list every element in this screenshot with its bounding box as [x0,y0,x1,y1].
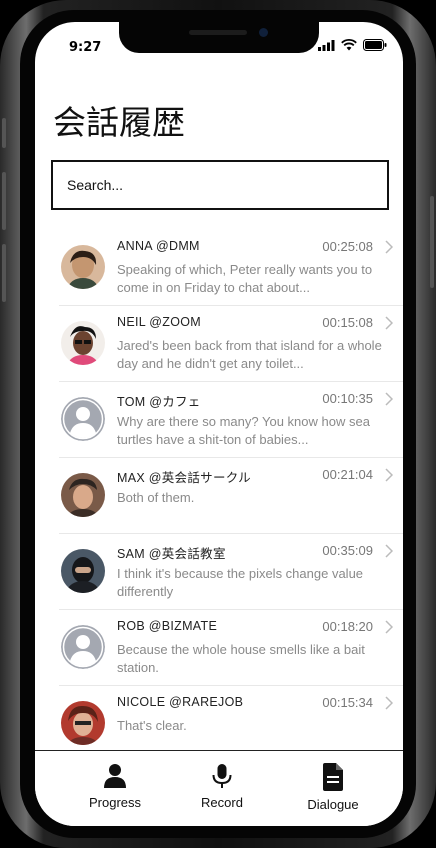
chat-time: 00:21:04 [322,467,373,482]
page-title: 会話履歴 [53,103,185,142]
chat-list-item[interactable]: SAM @英会話教室 00:35:09 I think it's because… [59,534,403,610]
camera-icon [259,28,268,37]
document-icon [323,763,343,791]
chat-preview: I think it's because the pixels change v… [117,566,364,599]
avatar [61,625,105,669]
side-button [2,244,6,302]
cellular-signal-icon [318,39,335,51]
chat-preview: That's clear. [117,718,187,733]
chat-preview: Jared's been back from that island for a… [117,338,382,371]
side-button [430,196,434,288]
chat-time: 00:25:08 [322,239,373,254]
tab-dialogue[interactable]: Dialogue [283,763,383,812]
chat-list-item[interactable]: ANNA @DMM 00:25:08 Speaking of which, Pe… [59,230,403,306]
chevron-right-icon [385,240,393,254]
phone-frame: 9:27 会話履歴 Search... ANNA @DMM 00:25:08 S… [0,0,436,848]
placeholder-person-icon [61,625,105,669]
chat-preview: Because the whole house smells like a ba… [117,642,365,675]
chat-list-item[interactable]: ROB @BIZMATE 00:18:20 Because the whole … [59,610,403,686]
chat-time: 00:35:09 [322,543,373,558]
avatar [61,321,105,365]
avatar [61,245,105,289]
search-input[interactable] [51,160,389,210]
status-icons [318,39,387,51]
screen: 9:27 会話履歴 Search... ANNA @DMM 00:25:08 S… [35,22,403,826]
speaker [189,30,247,35]
chat-preview: Speaking of which, Peter really wants yo… [117,262,373,295]
tab-label: Dialogue [307,797,359,812]
tab-progress[interactable]: Progress [65,763,165,810]
chat-name: ANNA @DMM [117,239,200,253]
microphone-icon [212,764,232,788]
avatar [61,549,105,593]
chevron-right-icon [385,696,393,710]
chat-time: 00:18:20 [322,619,373,634]
chat-time: 00:15:08 [322,315,373,330]
chevron-right-icon [385,392,393,406]
avatar [61,397,105,441]
chat-list-item[interactable]: TOM @カフェ 00:10:35 Why are there so many?… [59,382,403,458]
tab-label: Progress [88,795,142,810]
chat-time: 00:15:34 [322,695,373,710]
chevron-right-icon [385,316,393,330]
chat-list: ANNA @DMM 00:25:08 Speaking of which, Pe… [59,230,403,761]
tab-label: Record [201,795,243,810]
chat-name: MAX @英会話サークル [117,471,251,485]
notch [119,22,319,53]
battery-icon [363,39,387,51]
chat-list-item[interactable]: MAX @英会話サークル 00:21:04 Both of them. [59,458,403,534]
avatar [61,473,105,517]
chat-name: TOM @カフェ [117,395,201,409]
placeholder-person-icon [61,397,105,441]
chat-list-item[interactable]: NEIL @ZOOM 00:15:08 Jared's been back fr… [59,306,403,382]
status-time: 9:27 [69,40,102,55]
person-icon [104,764,126,788]
chevron-right-icon [385,620,393,634]
chat-name: ROB @BIZMATE [117,619,218,633]
chat-time: 00:10:35 [322,391,373,406]
side-button [2,172,6,230]
chat-name: NICOLE @RAREJOB [117,695,244,709]
avatar [61,701,105,745]
chat-name: SAM @英会話教室 [117,547,226,561]
tab-record[interactable]: Record [172,763,272,810]
chat-name: NEIL @ZOOM [117,315,201,329]
side-button [2,118,6,148]
chevron-right-icon [385,468,393,482]
chat-preview: Why are there so many? You know how sea … [117,414,370,447]
chevron-right-icon [385,544,393,558]
bottom-tab-bar: Progress Record Dialogue [35,750,403,826]
chat-preview: Both of them. [117,490,195,505]
wifi-icon [341,39,357,51]
